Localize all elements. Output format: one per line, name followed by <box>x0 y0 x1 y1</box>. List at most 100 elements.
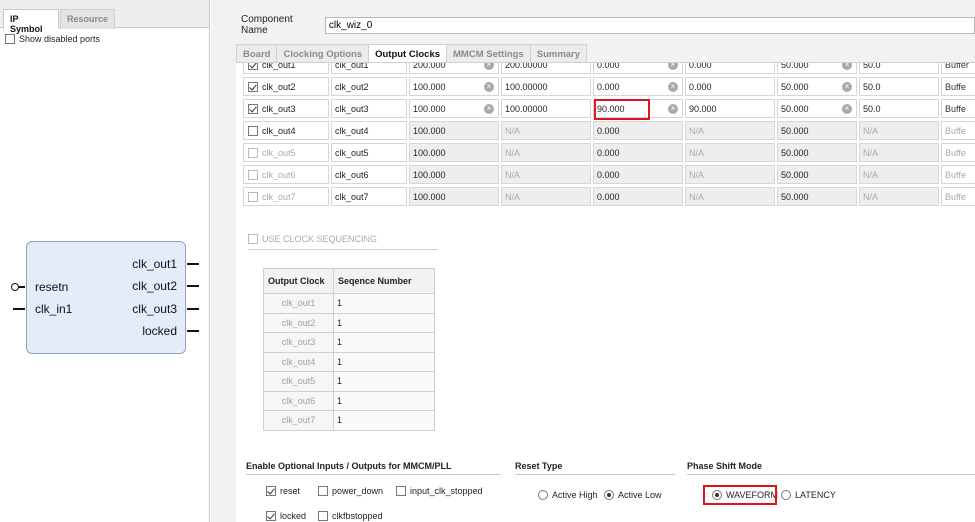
duty-cell[interactable]: 50.000 <box>777 165 857 184</box>
clear-icon[interactable]: × <box>842 63 852 70</box>
actual-phase-cell[interactable]: N/A <box>685 187 775 206</box>
freq-cell[interactable]: 100.000 × <box>409 99 499 118</box>
clock-name-cell[interactable]: clk_out5 <box>243 143 329 162</box>
clk-out5-enable-checkbox[interactable] <box>248 147 258 158</box>
clock-name-cell[interactable]: clk_out1 <box>243 63 329 74</box>
latency-option[interactable]: LATENCY <box>781 490 836 500</box>
clear-icon[interactable]: × <box>668 104 678 114</box>
actual-freq-cell[interactable]: N/A <box>501 165 591 184</box>
duty-cell[interactable]: 50.000 <box>777 143 857 162</box>
actual-freq-cell[interactable]: N/A <box>501 143 591 162</box>
actual-duty-cell[interactable]: N/A <box>859 187 939 206</box>
active-low-radio[interactable] <box>604 490 614 500</box>
port-cell[interactable]: clk_out6 <box>331 165 407 184</box>
drives-cell[interactable]: Buffe <box>941 165 975 184</box>
component-name-input[interactable] <box>324 16 975 34</box>
clk-out3-enable-checkbox[interactable] <box>248 103 258 114</box>
locked-option[interactable]: locked <box>266 511 306 521</box>
clear-icon[interactable]: × <box>842 104 852 114</box>
port-cell[interactable]: clk_out4 <box>331 121 407 140</box>
clear-icon[interactable]: × <box>668 63 678 70</box>
duty-cell[interactable]: 50.000 × <box>777 77 857 96</box>
clk-out2-enable-checkbox[interactable] <box>248 81 258 92</box>
input-clk-stopped-option[interactable]: input_clk_stopped <box>396 486 483 496</box>
phase-cell[interactable]: 0.000 <box>593 165 683 184</box>
freq-cell[interactable]: 100.000 <box>409 121 499 140</box>
clock-name-cell[interactable]: clk_out2 <box>243 77 329 96</box>
port-cell[interactable]: clk_out3 <box>331 99 407 118</box>
active-low-option[interactable]: Active Low <box>604 490 662 500</box>
clear-icon[interactable]: × <box>484 63 494 70</box>
actual-phase-cell[interactable]: N/A <box>685 165 775 184</box>
tab-clocking-options[interactable]: Clocking Options <box>276 44 370 63</box>
actual-duty-cell[interactable]: N/A <box>859 143 939 162</box>
phase-cell[interactable]: 0.000 <box>593 143 683 162</box>
power-down-option[interactable]: power_down <box>318 486 383 496</box>
power-down-checkbox[interactable] <box>318 486 328 496</box>
tab-ip-symbol[interactable]: IP Symbol <box>3 9 59 34</box>
locked-checkbox[interactable] <box>266 511 276 521</box>
sequence-number-field[interactable]: 1 <box>333 390 435 411</box>
sequence-number-field[interactable]: 1 <box>333 332 435 353</box>
use-clock-sequencing-option[interactable]: USE CLOCK SEQUENCING <box>248 234 377 244</box>
active-high-radio[interactable] <box>538 490 548 500</box>
sequence-number-field[interactable]: 1 <box>333 410 435 431</box>
actual-freq-cell[interactable]: N/A <box>501 121 591 140</box>
phase-cell[interactable]: 0.000 <box>593 187 683 206</box>
duty-cell[interactable]: 50.000 <box>777 121 857 140</box>
clkfbstopped-checkbox[interactable] <box>318 511 328 521</box>
clear-icon[interactable]: × <box>484 104 494 114</box>
port-cell[interactable]: clk_out5 <box>331 143 407 162</box>
freq-cell[interactable]: 100.000 <box>409 143 499 162</box>
sequence-number-field[interactable]: 1 <box>333 371 435 392</box>
latency-radio[interactable] <box>781 490 791 500</box>
sequence-number-field[interactable]: 1 <box>333 351 435 372</box>
actual-duty-cell[interactable]: N/A <box>859 165 939 184</box>
freq-cell[interactable]: 200.000 × <box>409 63 499 74</box>
reset-option[interactable]: reset <box>266 486 300 496</box>
drives-cell[interactable]: Buffe <box>941 121 975 140</box>
duty-cell[interactable]: 50.000 <box>777 187 857 206</box>
port-cell[interactable]: clk_out7 <box>331 187 407 206</box>
tab-summary[interactable]: Summary <box>529 44 588 63</box>
tab-mmcm-settings[interactable]: MMCM Settings <box>446 44 531 63</box>
actual-phase-cell[interactable]: N/A <box>685 121 775 140</box>
actual-freq-cell[interactable]: N/A <box>501 187 591 206</box>
sequence-number-field[interactable]: 1 <box>333 293 435 314</box>
active-high-option[interactable]: Active High <box>538 490 598 500</box>
clk-out7-enable-checkbox[interactable] <box>248 191 258 202</box>
clk-out1-enable-checkbox[interactable] <box>248 63 258 70</box>
input-clk-stopped-checkbox[interactable] <box>396 486 406 496</box>
show-disabled-ports-option[interactable]: Show disabled ports <box>5 34 100 44</box>
duty-cell[interactable]: 50.000 × <box>777 99 857 118</box>
phase-cell[interactable]: 0.000 × <box>593 77 683 96</box>
show-disabled-ports-checkbox[interactable] <box>5 34 15 44</box>
clear-icon[interactable]: × <box>842 82 852 92</box>
clock-name-cell[interactable]: clk_out6 <box>243 165 329 184</box>
clear-icon[interactable]: × <box>484 82 494 92</box>
freq-cell[interactable]: 100.000 × <box>409 77 499 96</box>
clkfbstopped-option[interactable]: clkfbstopped <box>318 511 383 521</box>
tab-output-clocks[interactable]: Output Clocks <box>368 44 448 63</box>
clock-name-cell[interactable]: clk_out7 <box>243 187 329 206</box>
duty-cell[interactable]: 50.000 × <box>777 63 857 74</box>
drives-cell[interactable]: Buffe <box>941 187 975 206</box>
reset-checkbox[interactable] <box>266 486 276 496</box>
phase-cell[interactable]: 0.000 <box>593 121 683 140</box>
phase-cell[interactable]: 0.000 × <box>593 63 683 74</box>
drives-cell[interactable]: Buffe <box>941 143 975 162</box>
clk-out4-enable-checkbox[interactable] <box>248 125 258 136</box>
port-cell[interactable]: clk_out1 <box>331 63 407 74</box>
freq-cell[interactable]: 100.000 <box>409 165 499 184</box>
port-cell[interactable]: clk_out2 <box>331 77 407 96</box>
clock-name-cell[interactable]: clk_out4 <box>243 121 329 140</box>
actual-duty-cell[interactable]: N/A <box>859 121 939 140</box>
actual-phase-cell[interactable]: N/A <box>685 143 775 162</box>
clock-name-cell[interactable]: clk_out3 <box>243 99 329 118</box>
freq-cell[interactable]: 100.000 <box>409 187 499 206</box>
tab-resource[interactable]: Resource <box>60 9 115 29</box>
use-clock-sequencing-checkbox[interactable] <box>248 234 258 244</box>
clear-icon[interactable]: × <box>668 82 678 92</box>
sequence-number-field[interactable]: 1 <box>333 312 435 333</box>
tab-board[interactable]: Board <box>236 44 278 63</box>
